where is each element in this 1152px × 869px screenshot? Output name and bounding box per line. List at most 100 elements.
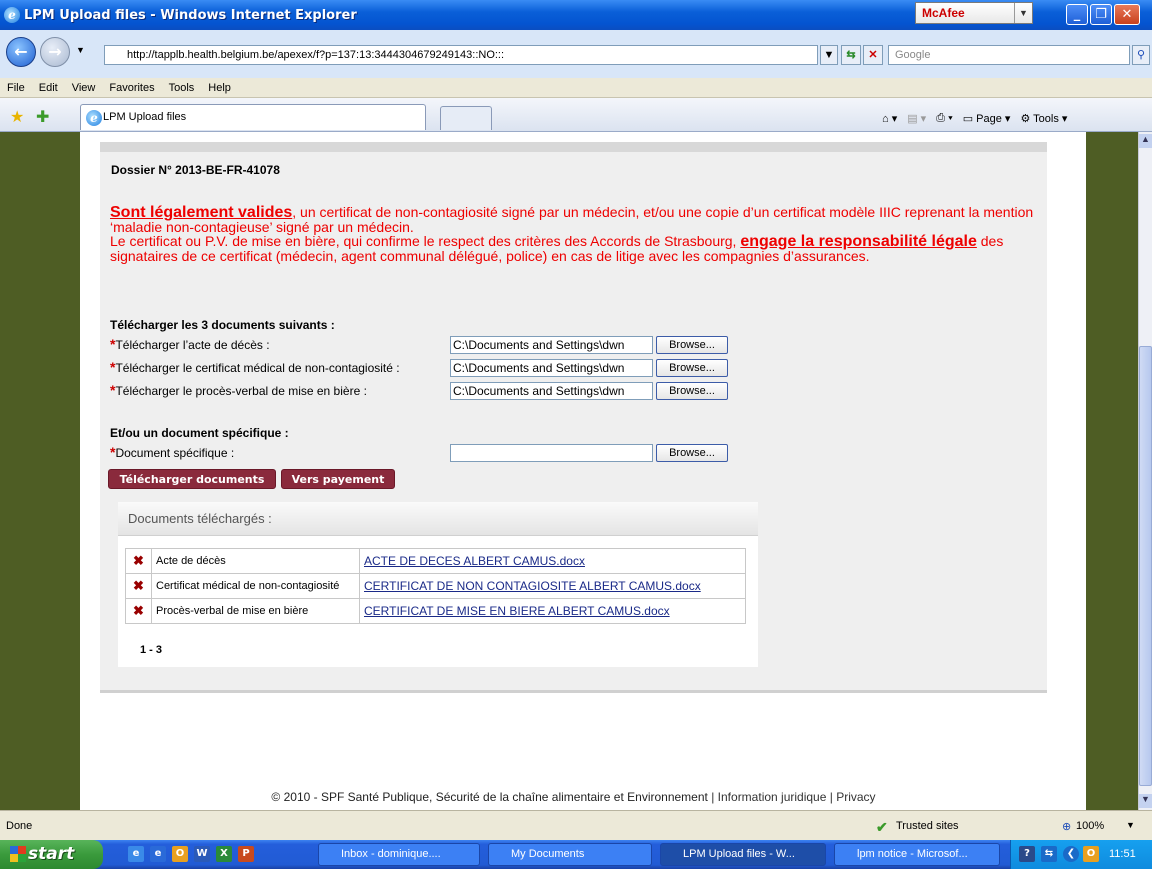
doc-file-cell: CERTIFICAT DE MISE EN BIERE ALBERT CAMUS… [359, 598, 746, 624]
browser-quicklaunch-icon[interactable]: e [150, 846, 166, 862]
doc-file-link[interactable]: ACTE DE DECES ALBERT CAMUS.docx [364, 554, 585, 568]
address-text: http://tapplb.health.belgium.be/apexex/f… [127, 49, 505, 61]
checkmark-icon: ✔ [876, 819, 888, 835]
status-text: Done [6, 820, 33, 832]
uploaded-documents-table: ✖ Acte de décès ACTE DE DECES ALBERT CAM… [125, 548, 746, 624]
home-icon[interactable]: ⌂ ▾ [882, 112, 897, 125]
menu-view[interactable]: View [65, 82, 103, 94]
upload-label-proces-verbal-text: Télécharger le procès-verbal de mise en … [115, 384, 367, 398]
menu-file[interactable]: File [0, 82, 32, 94]
scroll-up-icon[interactable]: ▲ [1139, 134, 1152, 148]
search-icon[interactable]: ⚲ [1132, 45, 1150, 65]
windows-logo-icon [10, 846, 26, 862]
content-panel-header [100, 142, 1047, 152]
excel-quicklaunch-icon[interactable]: X [216, 846, 232, 862]
new-tab-button[interactable] [440, 106, 492, 130]
mcafee-label: McAfee [922, 6, 965, 20]
upload-label-certificat: *Télécharger le certificat médical de no… [110, 359, 400, 375]
payment-button[interactable]: Vers payement [281, 469, 395, 489]
menu-edit[interactable]: Edit [32, 82, 65, 94]
outlook-quicklaunch-icon[interactable]: O [172, 846, 188, 862]
mcafee-toolbar[interactable]: McAfee ▼ [915, 2, 1033, 24]
taskbar-item-lpm-upload[interactable]: LPM Upload files - W... [660, 843, 826, 866]
specific-heading: Et/ou un document spécifique : [110, 426, 289, 440]
content-bottom-rule [100, 690, 1047, 693]
doc-type: Certificat médical de non-contagiosité [151, 573, 360, 599]
delete-icon[interactable]: ✖ [125, 573, 152, 599]
word-quicklaunch-icon[interactable]: W [194, 846, 210, 862]
stop-icon[interactable]: ✕ [863, 45, 883, 65]
browse-button-proces-verbal[interactable]: Browse... [656, 382, 728, 400]
taskbar-item-lpm-notice[interactable]: lpm notice - Microsof... [834, 843, 1000, 866]
favorites-star-icon[interactable]: ★ [10, 107, 24, 127]
footer-separator: | [711, 790, 715, 804]
address-bar[interactable]: http://tapplb.health.belgium.be/apexex/f… [104, 45, 818, 65]
tools-menu-label: Tools [1033, 113, 1059, 125]
forward-button[interactable]: → [40, 37, 70, 67]
doc-file-cell: CERTIFICAT DE NON CONTAGIOSITE ALBERT CA… [359, 573, 746, 599]
search-input[interactable]: Google [888, 45, 1130, 65]
upload-documents-button[interactable]: Télécharger documents [108, 469, 276, 489]
file-input-certificat[interactable]: C:\Documents and Settings\dwn [450, 359, 653, 377]
scrollbar-thumb[interactable] [1139, 346, 1152, 786]
ie-quicklaunch-icon[interactable]: e [128, 846, 144, 862]
legal-link[interactable]: Information juridique [718, 790, 827, 804]
refresh-icon[interactable]: ⇆ [841, 45, 861, 65]
tab-lpm-upload[interactable]: LPM Upload files [80, 104, 426, 130]
file-input-acte[interactable]: C:\Documents and Settings\dwn [450, 336, 653, 354]
menu-tools[interactable]: Tools [162, 82, 202, 94]
taskbar-item-my-documents[interactable]: My Documents [488, 843, 652, 866]
legal-notice: Sont légalement valides, un certificat d… [110, 205, 1050, 264]
right-border-band [1086, 132, 1138, 810]
doc-type: Procès-verbal de mise en bière [151, 598, 360, 624]
browse-button-specific[interactable]: Browse... [656, 444, 728, 462]
network-tray-icon[interactable]: ⇆ [1041, 846, 1057, 862]
doc-file-link[interactable]: CERTIFICAT DE NON CONTAGIOSITE ALBERT CA… [364, 579, 701, 593]
menu-help[interactable]: Help [201, 82, 238, 94]
zoom-icon[interactable]: ⊕ [1062, 820, 1071, 833]
print-icon[interactable]: ⎙ ▾ [936, 112, 952, 125]
clock: 11:51 [1109, 848, 1136, 860]
upload-label-acte: *Télécharger l’acte de décès : [110, 336, 270, 352]
feeds-icon[interactable]: ▤ ▾ [907, 112, 926, 125]
address-dropdown-icon[interactable]: ▼ [820, 45, 838, 65]
delete-icon[interactable]: ✖ [125, 598, 152, 624]
specific-label: *Document spécifique : [110, 444, 235, 460]
browse-button-acte[interactable]: Browse... [656, 336, 728, 354]
upload-label-certificat-text: Télécharger le certificat médical de non… [115, 361, 400, 375]
tools-menu[interactable]: ⚙ Tools ▾ [1020, 112, 1067, 125]
maximize-button[interactable]: ❐ [1090, 4, 1112, 25]
add-favorites-icon[interactable]: ✚ [36, 107, 49, 127]
taskbar-item-inbox[interactable]: Inbox - dominique.... [318, 843, 480, 866]
powerpoint-quicklaunch-icon[interactable]: P [238, 846, 254, 862]
upload-label-proces-verbal: *Télécharger le procès-verbal de mise en… [110, 382, 367, 398]
scroll-down-icon[interactable]: ▼ [1139, 794, 1152, 808]
page-menu-label: Page [976, 113, 1002, 125]
back-button[interactable]: ← [6, 37, 36, 67]
file-input-specific[interactable] [450, 444, 653, 462]
table-row: ✖ Procès-verbal de mise en bière CERTIFI… [125, 598, 746, 624]
outlook-tray-icon[interactable]: O [1083, 846, 1099, 862]
tray-chevron-icon[interactable]: ❮ [1063, 846, 1079, 862]
menu-favorites[interactable]: Favorites [102, 82, 161, 94]
tab-title: LPM Upload files [103, 111, 187, 123]
page-menu[interactable]: ▭ Page ▾ [963, 112, 1011, 125]
file-input-proces-verbal[interactable]: C:\Documents and Settings\dwn [450, 382, 653, 400]
zoom-dropdown-icon[interactable]: ▼ [1126, 820, 1135, 830]
minimize-button[interactable]: _ [1066, 4, 1088, 25]
system-tray: ? ⇆ ❮ O 11:51 [1010, 840, 1152, 869]
table-row: ✖ Certificat médical de non-contagiosité… [125, 573, 746, 599]
delete-icon[interactable]: ✖ [125, 548, 152, 574]
chevron-down-icon[interactable]: ▼ [1014, 3, 1032, 23]
doc-file-cell: ACTE DE DECES ALBERT CAMUS.docx [359, 548, 746, 574]
privacy-link[interactable]: Privacy [836, 790, 875, 804]
zoom-level[interactable]: 100% [1076, 820, 1104, 832]
upload-label-acte-text: Télécharger l’acte de décès : [115, 338, 270, 352]
footer-copyright: © 2010 - SPF Santé Publique, Sécurité de… [271, 790, 708, 804]
help-tray-icon[interactable]: ? [1019, 846, 1035, 862]
close-button[interactable]: ✕ [1114, 4, 1140, 25]
security-zone: Trusted sites [896, 820, 959, 832]
browse-button-certificat[interactable]: Browse... [656, 359, 728, 377]
history-dropdown-icon[interactable]: ▼ [76, 45, 85, 55]
doc-file-link[interactable]: CERTIFICAT DE MISE EN BIERE ALBERT CAMUS… [364, 604, 670, 618]
